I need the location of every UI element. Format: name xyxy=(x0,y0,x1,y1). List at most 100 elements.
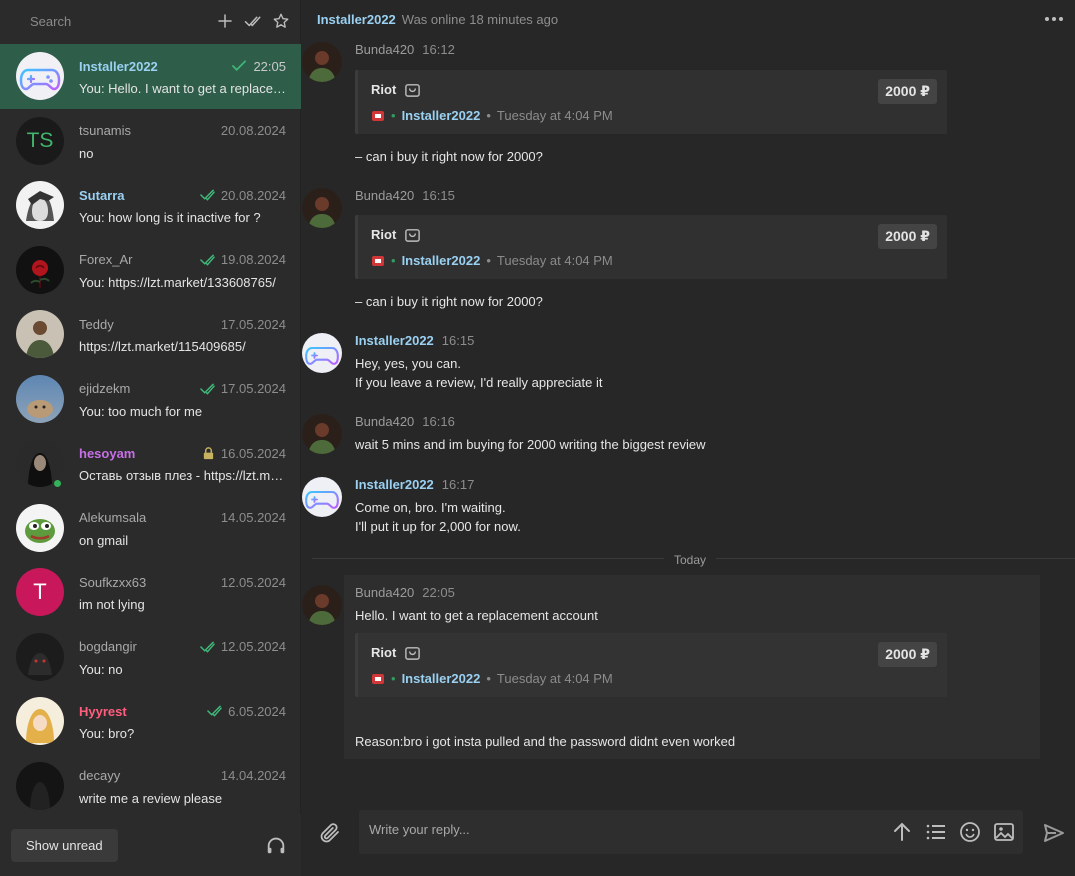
message: Installer2022 16:17 Come on, bro. I'm wai… xyxy=(302,477,1015,536)
conversation-name: Forex_Ar xyxy=(79,252,133,268)
separator-dot: • xyxy=(391,671,396,686)
shopping-bag-icon xyxy=(405,647,421,660)
conversation-item[interactable]: TS tsunamis 20.08.2024 no xyxy=(0,109,301,174)
shopping-bag-icon xyxy=(405,84,421,97)
conversation-date: 20.08.2024 xyxy=(220,187,286,203)
product-title: Riot xyxy=(371,82,397,97)
message-author[interactable]: Bunda420 xyxy=(355,414,414,429)
message-author[interactable]: Installer2022 xyxy=(355,333,434,348)
conversation-item[interactable]: Sutarra 20.08.2024 You: how long is it i… xyxy=(0,173,301,238)
list-icon[interactable] xyxy=(925,821,947,843)
message: Bunda420 16:12 Riot 2000 ₽ • Installer202… xyxy=(302,42,1015,164)
conversation-date: 12.05.2024 xyxy=(220,574,286,590)
conversation-item[interactable]: Alekumsala 14.05.2024 on gmail xyxy=(0,496,301,561)
avatar xyxy=(16,761,64,810)
reply-box xyxy=(359,810,1023,854)
peer-name[interactable]: Installer2022 xyxy=(317,12,396,27)
avatar[interactable] xyxy=(302,585,342,625)
conversation-name: decayy xyxy=(79,768,121,784)
conversation-item[interactable]: Hyyrest 6.05.2024 You: bro? xyxy=(0,689,301,754)
seller-name[interactable]: Installer2022 xyxy=(402,253,481,268)
product-card[interactable]: Riot 2000 ₽ • Installer2022 • Tuesday at… xyxy=(355,215,947,279)
conversation-item[interactable]: bogdangir 12.05.2024 You: no xyxy=(0,625,301,690)
avatar: TS xyxy=(16,116,64,165)
shopping-bag-icon xyxy=(405,229,421,242)
message-time: 16:17 xyxy=(441,477,475,492)
lock-icon xyxy=(203,447,214,459)
conversation-name: hesoyam xyxy=(79,445,136,461)
conversation-name: Sutarra xyxy=(79,187,125,203)
conversation-preview: Оставь отзыв плез - https://lzt.market/ xyxy=(79,468,286,484)
conversation-item[interactable]: Installer2022 22:05 You: Hello. I want t… xyxy=(0,44,301,109)
separator-dot: • xyxy=(391,108,396,123)
gamepad-icon xyxy=(305,346,339,365)
product-card[interactable]: Riot 2000 ₽ • Installer2022 • Tuesday at… xyxy=(355,70,947,134)
avatar[interactable] xyxy=(302,188,342,228)
avatar xyxy=(16,503,64,552)
starred-button[interactable] xyxy=(272,10,290,32)
new-conversation-button[interactable] xyxy=(216,10,234,32)
avatar[interactable] xyxy=(302,414,342,454)
conversation-date: 17.05.2024 xyxy=(220,316,286,332)
message-time: 16:15 xyxy=(441,333,475,348)
product-card[interactable]: Riot 2000 ₽ • Installer2022 • Tuesday at… xyxy=(355,633,947,697)
anime-girl-icon xyxy=(26,709,54,744)
headphones-icon[interactable] xyxy=(265,834,287,856)
seller-name[interactable]: Installer2022 xyxy=(402,108,481,123)
search-input[interactable] xyxy=(30,13,206,29)
conversation-item[interactable]: T Soufkzxx63 12.05.2024 im not lying xyxy=(0,560,301,625)
conversation-preview: You: Hello. I want to get a replacement … xyxy=(79,81,286,97)
conversation-name: Installer2022 xyxy=(79,58,158,74)
conversation-date: 6.05.2024 xyxy=(228,703,286,719)
separator-dot: • xyxy=(486,108,491,123)
avatar-initials: TS xyxy=(26,128,54,152)
message-author[interactable]: Installer2022 xyxy=(355,477,434,492)
message-time: 16:15 xyxy=(422,188,455,203)
more-options-icon[interactable] xyxy=(1043,10,1065,28)
conversation-item[interactable]: ejidzekm 17.05.2024 You: too much for me xyxy=(0,367,301,432)
message-author[interactable]: Bunda420 xyxy=(355,42,414,57)
message-text: – can i buy it right now for 2000? xyxy=(355,294,543,309)
mark-all-read-button[interactable] xyxy=(244,10,262,32)
conversation-item[interactable]: hesoyam 16.05.2024 Оставь отзыв плез - h… xyxy=(0,431,301,496)
conversation-date: 17.05.2024 xyxy=(220,381,286,397)
conversation-preview: on gmail xyxy=(79,532,129,548)
arrow-up-icon[interactable] xyxy=(891,821,913,843)
user-photo-icon xyxy=(308,423,336,454)
show-unread-button[interactable]: Show unread xyxy=(11,828,118,862)
avatar xyxy=(16,181,64,230)
avatar[interactable] xyxy=(302,333,342,373)
conversation-name: Alekumsala xyxy=(79,510,147,526)
avatar[interactable] xyxy=(302,477,342,517)
message-text: Come on, bro. I'm waiting. xyxy=(355,500,506,515)
avatar xyxy=(16,52,64,101)
person-photo-icon xyxy=(26,321,54,359)
message: Bunda420 22:05 Hello. I want to get a rep… xyxy=(302,585,1015,749)
user-photo-icon xyxy=(308,197,336,228)
seller-name[interactable]: Installer2022 xyxy=(402,671,481,686)
anime-portrait-icon xyxy=(26,191,54,222)
conversation-name: tsunamis xyxy=(79,123,132,139)
message-text: – can i buy it right now for 2000? xyxy=(355,149,543,164)
user-photo-icon xyxy=(308,51,336,82)
paperclip-icon[interactable] xyxy=(318,821,342,845)
message-author[interactable]: Bunda420 xyxy=(355,585,414,600)
conversation-date: 12.05.2024 xyxy=(220,639,286,655)
conversation-date: 19.08.2024 xyxy=(220,252,286,268)
message: Bunda420 16:16 wait 5 mins and im buying … xyxy=(302,414,1015,454)
listing-time: Tuesday at 4:04 PM xyxy=(496,253,613,268)
image-icon[interactable] xyxy=(993,821,1015,843)
online-indicator xyxy=(52,478,63,489)
avatar[interactable] xyxy=(302,42,342,82)
conversation-date: 16.05.2024 xyxy=(220,445,286,461)
conversation-item[interactable]: decayy 14.04.2024 write me a review plea… xyxy=(0,754,301,817)
message-author[interactable]: Bunda420 xyxy=(355,188,414,203)
message-text: wait 5 mins and im buying for 2000 writi… xyxy=(355,437,706,452)
conversation-item[interactable]: Forex_Ar 19.08.2024 You: https://lzt.mar… xyxy=(0,238,301,303)
reply-input[interactable] xyxy=(369,822,869,837)
product-price: 2000 ₽ xyxy=(878,79,937,104)
conversation-item[interactable]: Teddy 17.05.2024 https://lzt.market/1154… xyxy=(0,302,301,367)
emoji-icon[interactable] xyxy=(959,821,981,843)
message-time: 16:12 xyxy=(422,42,455,57)
send-icon[interactable] xyxy=(1042,821,1066,845)
